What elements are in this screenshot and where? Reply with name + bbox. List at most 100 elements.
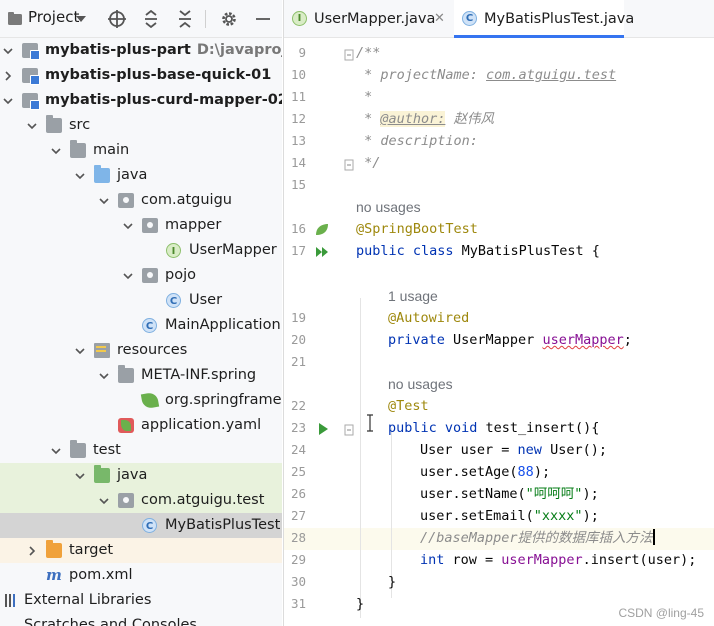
- tab-mybatisplustest[interactable]: C MyBatisPlusTest.java: [454, 0, 634, 38]
- line-number: 30: [290, 574, 306, 589]
- chevron-down-icon[interactable]: [73, 338, 87, 363]
- tree-item[interactable]: mybatis-plus-part D:\javaprojects\my: [0, 38, 282, 63]
- code-token: );: [533, 464, 551, 480]
- line-number: 24: [290, 442, 306, 457]
- tree-item[interactable]: java: [0, 163, 282, 188]
- tab-usermapper[interactable]: I UserMapper.java ✕: [284, 0, 452, 38]
- code-line: //baseMapper提供的数据库插入方法: [420, 527, 655, 549]
- tree-item-text: java: [117, 167, 148, 183]
- code-token: row =: [452, 552, 502, 568]
- class-icon: C: [462, 11, 477, 26]
- tree-item[interactable]: C MyBatisPlusTest: [0, 513, 282, 538]
- line-number: 29: [290, 552, 306, 567]
- tree-item[interactable]: target: [0, 538, 282, 563]
- code-line: public class MyBatisPlusTest {: [356, 240, 600, 262]
- code-token: MyBatisPlusTest {: [461, 243, 600, 259]
- chevron-down-icon[interactable]: [49, 138, 63, 163]
- module-icon: [22, 68, 40, 85]
- tree-item-label: src: [69, 113, 90, 138]
- run-test-icon[interactable]: [317, 421, 329, 440]
- tree-item[interactable]: com.atguigu.test: [0, 488, 282, 513]
- tree-item[interactable]: org.springframew: [0, 388, 282, 413]
- tree-item[interactable]: I UserMapper: [0, 238, 282, 263]
- run-all-tests-icon[interactable]: [315, 244, 329, 263]
- tree-item[interactable]: main: [0, 138, 282, 163]
- tree-item[interactable]: mapper: [0, 213, 282, 238]
- collapse-all-icon[interactable]: [174, 8, 196, 30]
- code-line: user.setEmail("xxxx");: [420, 505, 599, 527]
- tree-item[interactable]: resources: [0, 338, 282, 363]
- chevron-right-icon[interactable]: [1, 63, 15, 88]
- tree-item-text: resources: [117, 342, 188, 358]
- code-line: * projectName: com.atguigu.test: [356, 64, 616, 86]
- code-token: //baseMapper提供的数据库插入方法: [420, 530, 653, 546]
- code-area[interactable]: /** * projectName: com.atguigu.test * * …: [356, 38, 714, 626]
- expand-all-icon[interactable]: [140, 8, 162, 30]
- chevron-down-icon[interactable]: [73, 463, 87, 488]
- tree-item-label: pom.xml: [69, 563, 133, 588]
- chevron-right-icon[interactable]: [25, 538, 39, 563]
- tree-item[interactable]: test: [0, 438, 282, 463]
- fold-icon: [344, 421, 354, 440]
- usage-inlay-hint[interactable]: 1 usage: [388, 285, 438, 307]
- tree-item-label: mybatis-plus-curd-mapper-02: [45, 88, 282, 113]
- minimize-icon[interactable]: [252, 8, 274, 30]
- gear-icon[interactable]: [218, 8, 240, 30]
- folder-blue-icon: [94, 165, 110, 183]
- code-line: */: [356, 152, 380, 174]
- code-token: @SpringBootTest: [356, 221, 478, 237]
- chevron-down-icon[interactable]: [97, 363, 111, 388]
- tree-item-text: pojo: [165, 267, 196, 283]
- tree-item-text: main: [93, 142, 130, 158]
- pkg-icon: [142, 268, 158, 283]
- code-token: 88: [517, 464, 534, 480]
- usage-inlay-hint[interactable]: no usages: [356, 196, 421, 218]
- close-icon[interactable]: ✕: [434, 0, 445, 38]
- tree-item[interactable]: com.atguigu: [0, 188, 282, 213]
- line-number: 15: [290, 177, 306, 192]
- line-number: 13: [290, 133, 306, 148]
- tree-item[interactable]: pojo: [0, 263, 282, 288]
- chevron-down-icon[interactable]: [25, 113, 39, 138]
- text-caret: [652, 529, 655, 545]
- folder-grey-icon: [118, 365, 134, 383]
- tree-item[interactable]: External Libraries: [0, 588, 282, 613]
- chevron-down-icon[interactable]: [1, 88, 15, 113]
- tree-item[interactable]: Scratches and Consoles: [0, 613, 282, 626]
- crosshair-icon[interactable]: [106, 8, 128, 30]
- code-token: * projectName:: [356, 67, 487, 83]
- tree-item[interactable]: m pom.xml: [0, 563, 282, 588]
- chevron-down-icon[interactable]: [97, 188, 111, 213]
- chevron-down-icon[interactable]: [97, 488, 111, 513]
- chevron-down-icon[interactable]: [121, 213, 135, 238]
- usage-inlay-hint[interactable]: no usages: [388, 373, 453, 395]
- tree-item[interactable]: mybatis-plus-curd-mapper-02: [0, 88, 282, 113]
- chevron-down-icon[interactable]: [70, 8, 92, 30]
- code-line: *: [356, 86, 372, 108]
- circle-i-icon: I: [166, 243, 181, 258]
- tree-item[interactable]: src: [0, 113, 282, 138]
- code-line: * @author: 赵伟风: [356, 108, 494, 130]
- code-token: user.setAge(: [420, 464, 518, 480]
- code-line: @Autowired: [388, 307, 469, 329]
- tree-item-label: test: [93, 438, 121, 463]
- tree-item[interactable]: C User: [0, 288, 282, 313]
- tree-item[interactable]: mybatis-plus-base-quick-01: [0, 63, 282, 88]
- fold-icon: [344, 46, 354, 65]
- folder-grey-icon: [70, 140, 86, 158]
- chevron-down-icon[interactable]: [73, 163, 87, 188]
- chevron-down-icon[interactable]: [49, 438, 63, 463]
- tree-item[interactable]: application.yaml: [0, 413, 282, 438]
- code-token: @author:: [380, 111, 446, 127]
- tree-item-text: pom.xml: [69, 567, 133, 583]
- code-token: .insert(user);: [582, 552, 697, 568]
- project-view-selector[interactable]: Project: [8, 8, 79, 26]
- chevron-down-icon[interactable]: [1, 38, 15, 63]
- tree-item[interactable]: java: [0, 463, 282, 488]
- chevron-down-icon[interactable]: [121, 263, 135, 288]
- line-number: 27: [290, 508, 306, 523]
- line-number: 22: [290, 398, 306, 413]
- tree-item[interactable]: C MainApplication: [0, 313, 282, 338]
- code-token: user.setName(: [420, 486, 526, 502]
- tree-item[interactable]: META-INF.spring: [0, 363, 282, 388]
